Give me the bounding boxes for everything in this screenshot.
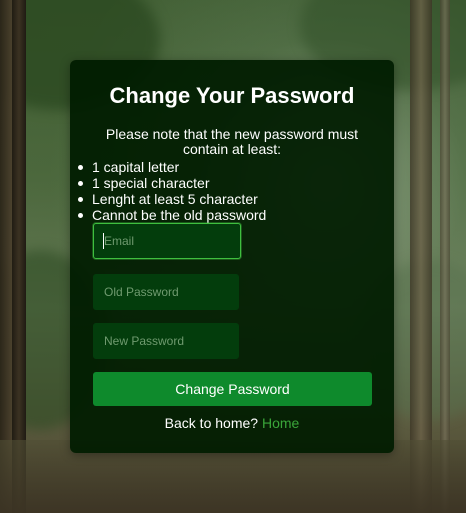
old-password-field[interactable] <box>93 274 239 310</box>
back-to-home-text: Back to home? <box>164 415 259 431</box>
password-rule-item: 1 capital letter <box>78 159 392 175</box>
tree-trunk <box>12 0 26 513</box>
forest-background: Change Your Password Please note that th… <box>0 0 466 513</box>
password-rule-item: 1 special character <box>78 175 392 191</box>
home-link[interactable]: Home <box>262 415 299 431</box>
email-field[interactable] <box>93 223 241 259</box>
password-rule-item: Lenght at least 5 character <box>78 191 392 207</box>
password-rule-item: Cannot be the old password <box>78 207 392 223</box>
password-rules-list: 1 capital letter 1 special character Len… <box>70 159 392 223</box>
text-cursor <box>103 233 104 249</box>
tree-trunk <box>440 0 450 513</box>
tree-trunk <box>410 0 432 513</box>
new-password-field[interactable] <box>93 323 239 359</box>
change-password-card: Change Your Password Please note that th… <box>70 60 394 453</box>
page-title: Change Your Password <box>109 83 355 108</box>
back-to-home: Back to home? Home <box>70 415 394 431</box>
password-requirements-note: Please note that the new password must c… <box>105 126 359 157</box>
change-password-button[interactable]: Change Password <box>93 372 372 406</box>
